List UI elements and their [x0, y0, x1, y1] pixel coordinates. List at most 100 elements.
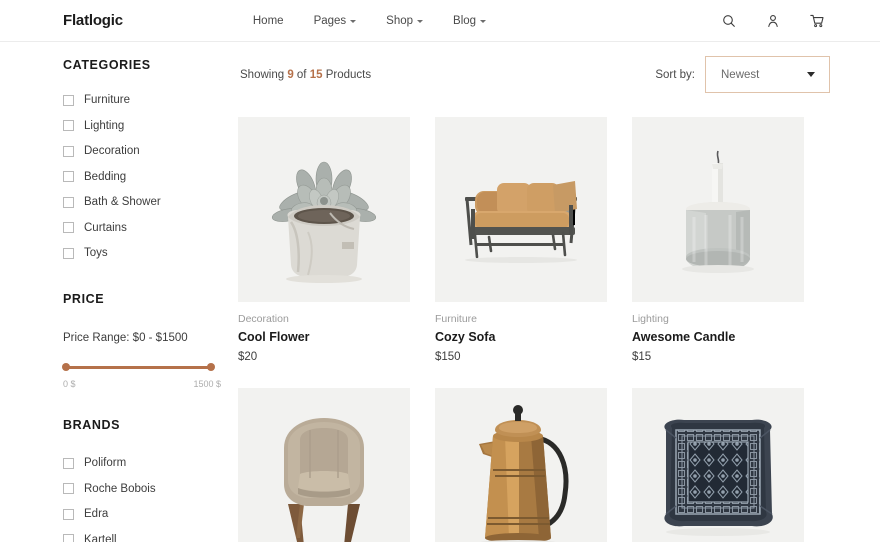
filters-sidebar: CATEGORIES Furniture Lighting Decoration…: [0, 42, 238, 542]
product-card[interactable]: Lighting Awesome Candle $15: [632, 117, 804, 363]
search-icon[interactable]: [722, 14, 736, 28]
product-category: Furniture: [435, 313, 478, 325]
showing-suffix: Products: [322, 68, 372, 81]
checkbox[interactable]: [63, 145, 74, 157]
product-listing: Showing 9 of 15 Products Sort by: Newest: [238, 42, 880, 542]
category-filter-toys[interactable]: Toys: [63, 247, 238, 259]
product-card[interactable]: [632, 388, 804, 542]
chevron-down-icon: [417, 20, 424, 23]
candle-on-concrete-holder-illustration: [632, 117, 804, 302]
price-min-label: 0 $: [63, 379, 76, 389]
product-name[interactable]: Awesome Candle: [632, 330, 804, 344]
price-heading: PRICE: [63, 292, 105, 306]
checkbox[interactable]: [63, 508, 74, 520]
price-range-label: Price Range: $0 - $1500: [63, 332, 188, 344]
slider-handle-max[interactable]: [207, 363, 215, 371]
chevron-down-icon: [807, 72, 815, 77]
product-image[interactable]: [632, 388, 804, 542]
product-image[interactable]: [238, 117, 410, 302]
nav-label: Blog: [453, 14, 477, 27]
nav-label: Home: [252, 14, 284, 27]
chevron-down-icon: [480, 20, 487, 23]
showing-prefix: Showing: [240, 68, 288, 81]
product-image[interactable]: [632, 117, 804, 302]
checkbox[interactable]: [63, 247, 74, 259]
category-label: Curtains: [84, 221, 127, 234]
product-card[interactable]: [238, 388, 410, 542]
checkbox[interactable]: [63, 483, 74, 494]
cart-icon[interactable]: [810, 14, 825, 28]
category-filter-bedding[interactable]: Bedding: [63, 171, 238, 183]
product-price: $15: [632, 351, 652, 363]
product-image[interactable]: [435, 388, 607, 542]
user-icon[interactable]: [766, 14, 780, 28]
sort-selected-value: Newest: [721, 68, 760, 81]
slider-value-labels: 0 $ 1500 $: [63, 379, 221, 389]
slider-track: [63, 366, 214, 369]
sort-control: Sort by: Newest: [655, 56, 830, 93]
checkbox[interactable]: [63, 94, 74, 106]
brand-logo[interactable]: Flatlogic: [63, 12, 123, 29]
chevron-down-icon: [350, 20, 357, 23]
brand-filter-kartell[interactable]: Kartell: [63, 534, 238, 542]
product-card[interactable]: [435, 388, 607, 542]
product-image[interactable]: [238, 388, 410, 542]
succulent-in-paper-bag-illustration: [238, 117, 410, 302]
product-card[interactable]: Furniture Cozy Sofa $150: [435, 117, 607, 363]
product-meta: Furniture Cozy Sofa $150: [435, 302, 607, 363]
page-body: CATEGORIES Furniture Lighting Decoration…: [0, 42, 880, 542]
category-filter-bath-shower[interactable]: Bath & Shower: [63, 196, 238, 208]
tan-leather-sofa-illustration: [435, 117, 607, 302]
category-filter-decoration[interactable]: Decoration: [63, 145, 238, 157]
brand-label: Edra: [84, 508, 109, 520]
categories-heading: CATEGORIES: [63, 58, 151, 72]
product-name[interactable]: Cool Flower: [238, 330, 410, 344]
nav-item-pages[interactable]: Pages: [314, 15, 357, 27]
checkbox[interactable]: [63, 196, 74, 208]
brands-heading: BRANDS: [63, 418, 121, 432]
nav-item-home[interactable]: Home: [253, 15, 284, 27]
checkbox[interactable]: [63, 120, 74, 131]
category-label: Bedding: [84, 170, 127, 183]
copper-coffee-pot-illustration: [435, 388, 607, 542]
checkbox[interactable]: [63, 534, 74, 542]
checkbox[interactable]: [63, 457, 74, 469]
product-price: $150: [435, 351, 461, 363]
checkbox[interactable]: [63, 222, 74, 233]
category-label: Bath & Shower: [84, 196, 161, 208]
brand-label: Kartell: [84, 533, 117, 542]
product-price: $20: [238, 351, 258, 363]
category-label: Toys: [84, 247, 108, 259]
product-name[interactable]: Cozy Sofa: [435, 330, 607, 344]
product-card[interactable]: Decoration Cool Flower $20: [238, 117, 410, 363]
checkbox[interactable]: [63, 171, 74, 182]
category-label: Furniture: [84, 94, 131, 106]
site-header: Flatlogic Home Pages Shop Blog: [0, 0, 880, 42]
category-filter-curtains[interactable]: Curtains: [63, 222, 238, 234]
beige-armchair-illustration: [238, 388, 410, 542]
header-icon-group: [722, 14, 825, 28]
category-filter-lighting[interactable]: Lighting: [63, 120, 238, 132]
patterned-navy-pillow-illustration: [632, 388, 804, 542]
category-filter-furniture[interactable]: Furniture: [63, 94, 238, 106]
nav-item-blog[interactable]: Blog: [453, 14, 487, 27]
showing-total: 15: [309, 68, 323, 81]
brand-filter-roche-bobois[interactable]: Roche Bobois: [63, 483, 238, 495]
brand-label: Roche Bobois: [84, 482, 156, 495]
slider-handle-min[interactable]: [62, 363, 70, 371]
product-image[interactable]: [435, 117, 607, 302]
brand-filter-poliform[interactable]: Poliform: [63, 457, 238, 469]
main-navigation: Home Pages Shop Blog: [253, 14, 487, 27]
category-label: Decoration: [84, 145, 140, 157]
price-max-label: 1500 $: [193, 379, 221, 389]
price-range-slider[interactable]: [62, 362, 215, 372]
product-category: Decoration: [238, 313, 289, 325]
product-meta: Decoration Cool Flower $20: [238, 302, 410, 363]
nav-item-shop[interactable]: Shop: [386, 15, 424, 27]
product-meta: Lighting Awesome Candle $15: [632, 302, 804, 363]
brand-label: Poliform: [84, 457, 127, 469]
sort-select[interactable]: Newest: [705, 56, 830, 93]
brand-filter-edra[interactable]: Edra: [63, 508, 238, 520]
results-count: Showing 9 of 15 Products: [240, 69, 371, 81]
listing-toolbar: Showing 9 of 15 Products Sort by: Newest: [238, 56, 830, 93]
